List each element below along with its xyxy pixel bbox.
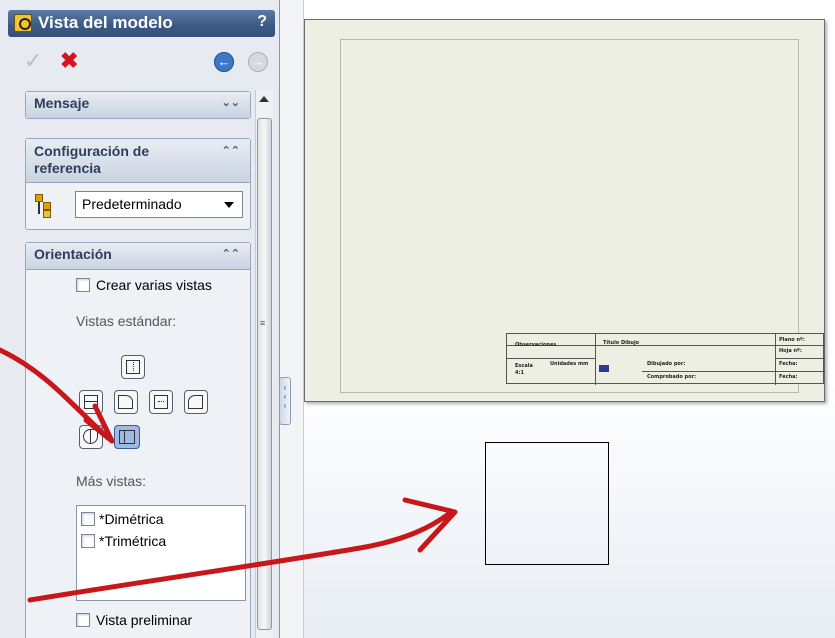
bottom-view-icon[interactable]: [114, 425, 140, 449]
help-button[interactable]: ?: [257, 13, 267, 31]
tb-unidades: Unidades mm: [550, 361, 589, 367]
dimetric-checkbox[interactable]: [81, 512, 95, 526]
configuration-select[interactable]: Predeterminado: [75, 191, 243, 218]
cancel-button[interactable]: ✖: [60, 50, 78, 72]
orientation-header[interactable]: Orientación ⌃⌃: [26, 243, 250, 270]
isometric-view-icon[interactable]: [79, 425, 103, 449]
tb-titulo: Título Dibujo: [603, 340, 640, 346]
more-views-label: Más vistas:: [76, 473, 147, 489]
trimetric-label: *Trimétrica: [99, 533, 167, 549]
dimetric-label: *Dimétrica: [99, 511, 164, 527]
collapse-chevron-icon[interactable]: ⌃⌃: [222, 247, 240, 260]
preview-checkbox[interactable]: [76, 613, 90, 627]
create-multiple-views-checkbox[interactable]: [76, 278, 90, 292]
orientation-group: Orientación ⌃⌃ Crear varias vistas Vista…: [25, 242, 251, 638]
preview-label: Vista preliminar: [96, 612, 193, 628]
panel-splitter: [280, 0, 304, 638]
title-block: Observaciones Título Dibujo Plano nº: Ho…: [506, 333, 825, 385]
left-view-icon[interactable]: [114, 390, 138, 414]
tb-observaciones: Observaciones: [515, 342, 557, 348]
reference-config-group: Configuración de referencia ⌃⌃ Predeterm…: [25, 138, 251, 230]
top-view-icon[interactable]: [121, 355, 145, 379]
tb-plano: Plano nº:: [779, 337, 805, 343]
standard-views-label: Vistas estándar:: [76, 313, 177, 329]
grip-icon: ≡: [260, 318, 266, 328]
chevron-down-icon: [224, 202, 234, 208]
forward-button[interactable]: →: [248, 52, 268, 72]
model-view-icon: [14, 14, 32, 32]
collapse-panel-handle[interactable]: ‹ ‹ ‹: [279, 377, 291, 425]
scrollbar-thumb[interactable]: [257, 118, 272, 630]
tb-escala-label: Escala: [515, 363, 533, 369]
ok-button[interactable]: ✓: [24, 50, 42, 72]
tb-fecha-2: Fecha:: [779, 374, 798, 380]
reference-config-header[interactable]: Configuración de referencia ⌃⌃: [26, 139, 250, 183]
tb-fecha-1: Fecha:: [779, 361, 798, 367]
panel-scrollbar[interactable]: ≡: [255, 90, 273, 638]
configuration-icon: [35, 194, 57, 218]
property-manager-panel: Vista del modelo ? ✓ ✖ ← → Mensaje ⌄⌄ Co…: [0, 0, 280, 638]
logo-icon: [599, 365, 609, 372]
create-multiple-views-label: Crear varias vistas: [96, 277, 212, 293]
back-button[interactable]: ←: [214, 52, 234, 72]
expand-chevron-icon[interactable]: ⌄⌄: [222, 96, 240, 109]
drawing-sheet[interactable]: Observaciones Título Dibujo Plano nº: Ho…: [304, 19, 825, 402]
reference-config-title: Configuración de referencia: [34, 143, 150, 176]
more-views-list: *Dimétrica *Trimétrica: [76, 505, 246, 601]
tb-dibujado: Dibujado por:: [647, 361, 686, 367]
right-view-icon[interactable]: [184, 390, 208, 414]
panel-title: Vista del modelo: [38, 13, 173, 32]
back-view-icon[interactable]: [149, 390, 173, 414]
configuration-select-value: Predeterminado: [82, 196, 182, 212]
tb-escala-value: 4:1: [515, 370, 524, 376]
tb-hoja: Hoja nº:: [779, 348, 802, 354]
message-group: Mensaje ⌄⌄: [25, 91, 251, 119]
orientation-title: Orientación: [34, 246, 112, 262]
tb-comprobado: Comprobado por:: [647, 374, 696, 380]
model-view-preview[interactable]: [485, 442, 609, 565]
panel-title-bar: Vista del modelo ?: [8, 10, 275, 37]
collapse-chevron-icon[interactable]: ⌃⌃: [222, 143, 240, 160]
message-group-header[interactable]: Mensaje ⌄⌄: [26, 92, 250, 118]
message-group-title: Mensaje: [34, 95, 90, 111]
front-view-icon[interactable]: [79, 390, 103, 414]
scroll-up-icon[interactable]: [259, 96, 269, 102]
trimetric-checkbox[interactable]: [81, 534, 95, 548]
